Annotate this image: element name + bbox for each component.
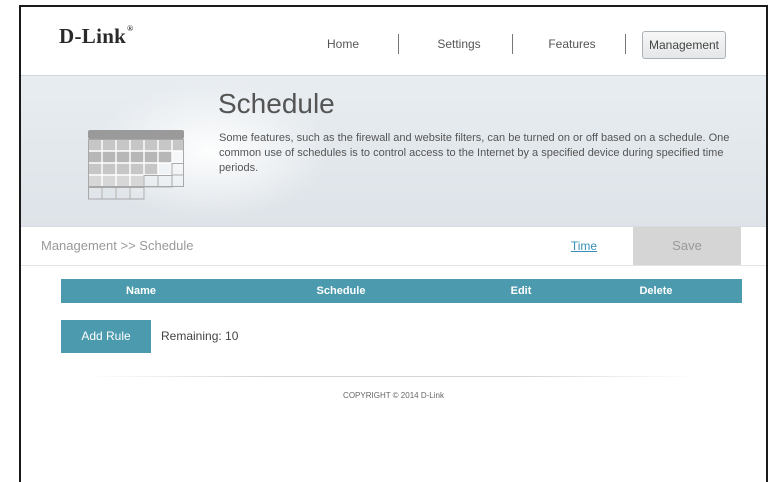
copyright-text: COPYRIGHT © 2014 D-Link <box>343 391 444 400</box>
nav-settings[interactable]: Settings <box>429 31 489 57</box>
breadcrumb-bar: Management >> Schedule Time Save <box>21 226 766 266</box>
breadcrumb: Management >> Schedule <box>41 238 194 253</box>
page-description: Some features, such as the firewall and … <box>219 132 730 174</box>
top-navigation-bar: D-Link® Home Settings Features Managemen… <box>21 7 766 76</box>
column-header-schedule: Schedule <box>316 285 366 297</box>
column-header-name: Name <box>126 285 156 297</box>
column-header-edit: Edit <box>510 285 532 297</box>
nav-divider <box>512 34 513 54</box>
nav-divider <box>625 34 626 54</box>
page-banner: Schedule Some features, such as the fire… <box>21 76 766 226</box>
calendar-icon <box>88 130 184 211</box>
page-title: Schedule <box>218 88 335 119</box>
main-nav: Home Settings Features Management <box>21 31 766 59</box>
add-rule-button[interactable]: Add Rule <box>61 320 151 353</box>
time-link[interactable]: Time <box>534 227 634 265</box>
nav-management[interactable]: Management <box>642 31 726 59</box>
column-header-delete: Delete <box>639 285 673 297</box>
save-button[interactable]: Save <box>633 227 741 265</box>
nav-features[interactable]: Features <box>541 31 603 57</box>
remaining-count: Remaining: 10 <box>161 329 239 343</box>
nav-home[interactable]: Home <box>313 31 373 57</box>
nav-divider <box>398 34 399 54</box>
schedule-table-header: Name Schedule Edit Delete <box>61 279 742 303</box>
router-admin-window: D-Link® Home Settings Features Managemen… <box>19 5 768 482</box>
footer-divider <box>86 376 696 377</box>
